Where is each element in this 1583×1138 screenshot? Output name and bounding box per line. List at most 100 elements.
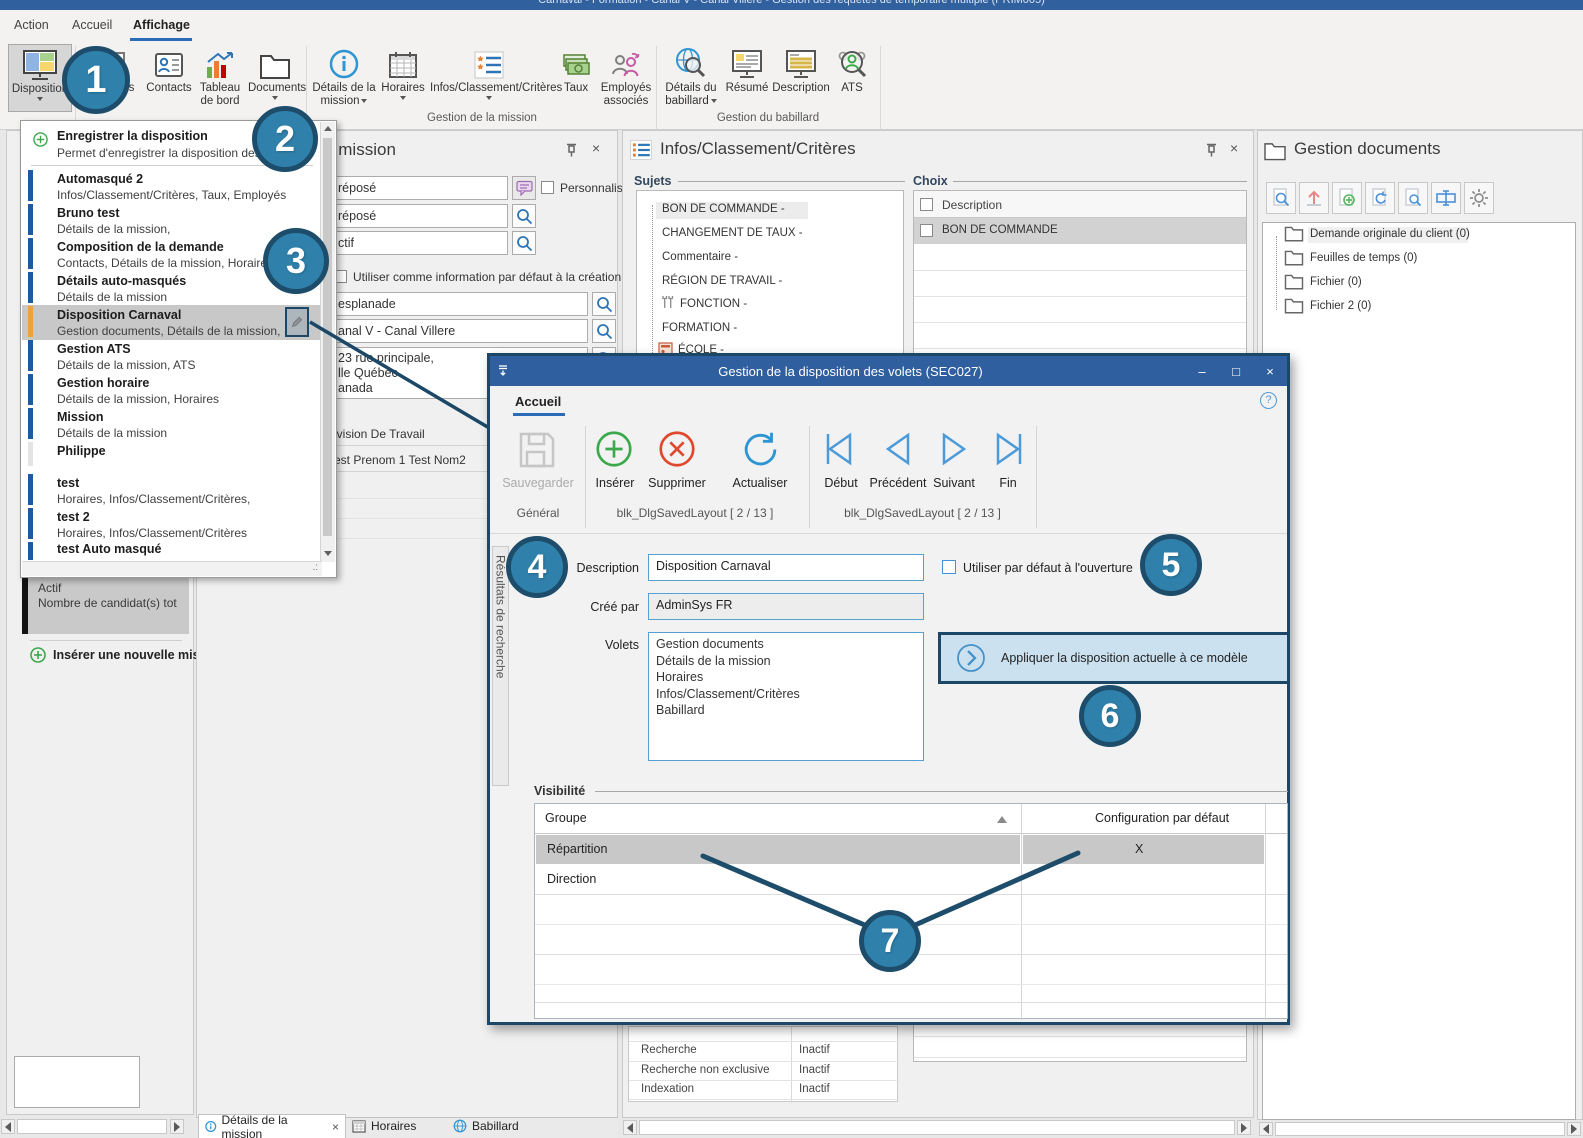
menu-save-title[interactable]: Enregistrer la disposition	[57, 129, 208, 143]
tab-affichage[interactable]: Affichage	[133, 18, 190, 40]
menu-item-title[interactable]: Disposition Carnaval	[57, 308, 181, 322]
row-checkbox[interactable]	[920, 224, 933, 237]
scroll-down-arrow[interactable]	[324, 551, 332, 556]
last-button[interactable]	[988, 431, 1028, 467]
tab-horaires[interactable]: Horaires	[352, 1119, 416, 1133]
ribbon-button-tableau-de-bord[interactable]: Tableau de bord	[194, 44, 246, 112]
column-header-groupe[interactable]: Groupe	[545, 811, 587, 825]
tree-item[interactable]: FORMATION -	[662, 322, 737, 334]
ribbon-button-taux[interactable]: Taux	[556, 44, 596, 112]
scrollbar-track[interactable]	[1275, 1122, 1565, 1136]
pin-icon[interactable]	[566, 143, 577, 157]
scroll-up-arrow[interactable]	[324, 126, 332, 131]
menu-item-title[interactable]: test Auto masqué	[57, 542, 161, 556]
auto-hide-icon[interactable]	[490, 365, 516, 377]
dialog-tab-accueil[interactable]: Accueil	[515, 394, 561, 409]
apply-layout-button[interactable]: Appliquer la disposition actuelle à ce m…	[938, 632, 1290, 684]
tree-item[interactable]: Fichier (0)	[1310, 276, 1362, 288]
description-input[interactable]: Disposition Carnaval	[648, 554, 924, 581]
settings-button[interactable]	[1464, 182, 1494, 214]
tree-item[interactable]: BON DE COMMANDE -	[662, 203, 785, 215]
volet-item[interactable]: Infos/Classement/Critères	[656, 686, 916, 703]
created-by-input[interactable]: AdminSys FR	[648, 593, 924, 620]
menu-item-title[interactable]: Bruno test	[57, 206, 120, 220]
volets-listbox[interactable]: Gestion documents Détails de la mission …	[648, 632, 924, 761]
table-row-selected[interactable]	[536, 835, 1020, 864]
search-button[interactable]	[512, 231, 536, 255]
close-icon[interactable]: ×	[332, 1120, 339, 1134]
scroll-left-arrow[interactable]	[623, 1120, 637, 1135]
pin-icon[interactable]	[1206, 143, 1217, 157]
ribbon-button-details-babillard[interactable]: Détails du babillard	[660, 44, 722, 112]
tab-details-mission[interactable]: Détails de la mission ×	[198, 1114, 346, 1138]
scrollbar-thumb[interactable]	[323, 138, 332, 536]
tree-item[interactable]: FONCTION -	[680, 298, 747, 310]
delete-button[interactable]	[656, 428, 698, 470]
document-rename-button[interactable]	[1431, 182, 1461, 214]
column-header-config[interactable]: Configuration par défaut	[1095, 811, 1229, 825]
menu-item-title[interactable]: Mission	[57, 410, 104, 424]
help-icon[interactable]: ?	[1260, 392, 1277, 409]
refresh-button[interactable]	[740, 428, 782, 470]
ribbon-button-details-mission[interactable]: Détails de la mission	[312, 44, 376, 112]
ribbon-button-description[interactable]: Description	[772, 44, 830, 112]
ribbon-button-contacts[interactable]: Contacts	[146, 44, 192, 112]
insert-mission-link[interactable]: Insérer une nouvelle missi	[30, 647, 210, 663]
next-button[interactable]	[936, 431, 972, 467]
search-button[interactable]	[512, 204, 536, 228]
scroll-left-arrow[interactable]	[1, 1119, 15, 1134]
menu-item-title[interactable]: Gestion horaire	[57, 376, 149, 390]
volet-item[interactable]: Babillard	[656, 702, 916, 719]
tree-item[interactable]: Feuilles de temps (0)	[1310, 252, 1417, 264]
personnalise-checkbox[interactable]	[541, 181, 554, 194]
menu-item-title[interactable]: Composition de la demande	[57, 240, 224, 254]
ribbon-button-ats[interactable]: ATS	[832, 44, 872, 112]
menu-resize-grip[interactable]: .:	[22, 561, 322, 576]
tab-accueil[interactable]: Accueil	[72, 18, 112, 40]
ribbon-button-resume[interactable]: Résumé	[724, 44, 770, 112]
document-view-button[interactable]	[1398, 182, 1428, 214]
close-icon[interactable]: ×	[1230, 140, 1238, 156]
default-open-checkbox[interactable]	[942, 560, 956, 574]
search-button[interactable]	[592, 319, 616, 343]
scroll-right-arrow[interactable]	[1237, 1120, 1251, 1135]
ribbon-button-employes-associes[interactable]: Employés associés	[598, 44, 654, 112]
tree-item[interactable]: Fichier 2 (0)	[1310, 300, 1371, 312]
menu-item-title[interactable]: test 2	[57, 510, 90, 524]
menu-scrollbar[interactable]	[320, 122, 335, 562]
table-cell-selected[interactable]	[1023, 835, 1264, 864]
tree-item[interactable]: Commentaire -	[662, 251, 738, 263]
ribbon-button-horaires[interactable]: Horaires	[378, 44, 428, 112]
volet-item[interactable]: Gestion documents	[656, 636, 916, 653]
scroll-right-arrow[interactable]	[1567, 1122, 1581, 1136]
document-upload-button[interactable]	[1299, 182, 1329, 214]
insert-button[interactable]	[593, 428, 635, 470]
save-button[interactable]	[517, 430, 557, 470]
scrollbar-track[interactable]	[639, 1120, 1235, 1135]
ribbon-button-documents[interactable]: Documents	[248, 44, 302, 112]
menu-item-title[interactable]: Gestion ATS	[57, 342, 131, 356]
row-groupe-value[interactable]: Direction	[547, 872, 596, 886]
tree-item[interactable]: CHANGEMENT DE TAUX -	[662, 227, 803, 239]
close-button[interactable]: ×	[1253, 364, 1287, 379]
close-icon[interactable]: ×	[592, 140, 600, 156]
volet-item[interactable]: Horaires	[656, 669, 916, 686]
maximize-button[interactable]: □	[1219, 364, 1253, 379]
document-add-button[interactable]	[1332, 182, 1362, 214]
comment-button[interactable]	[512, 176, 536, 200]
scroll-left-arrow[interactable]	[1259, 1122, 1273, 1136]
tab-babillard[interactable]: Babillard	[453, 1119, 519, 1133]
choix-header-row[interactable]: Description	[914, 191, 1246, 218]
tree-item[interactable]: RÉGION DE TRAVAIL -	[662, 275, 782, 287]
menu-item-title[interactable]: Automasqué 2	[57, 172, 143, 186]
select-all-checkbox[interactable]	[920, 198, 933, 211]
scrollbar-track[interactable]	[17, 1119, 167, 1134]
first-button[interactable]	[820, 431, 860, 467]
menu-item-title[interactable]: test	[57, 476, 79, 490]
document-history-button[interactable]	[1365, 182, 1395, 214]
volet-item[interactable]: Détails de la mission	[656, 653, 916, 670]
choix-row[interactable]: BON DE COMMANDE	[914, 218, 1246, 244]
scroll-right-arrow[interactable]	[170, 1119, 184, 1134]
search-button[interactable]	[592, 292, 616, 316]
results-side-tab[interactable]: Résultats de recherche	[492, 546, 509, 786]
